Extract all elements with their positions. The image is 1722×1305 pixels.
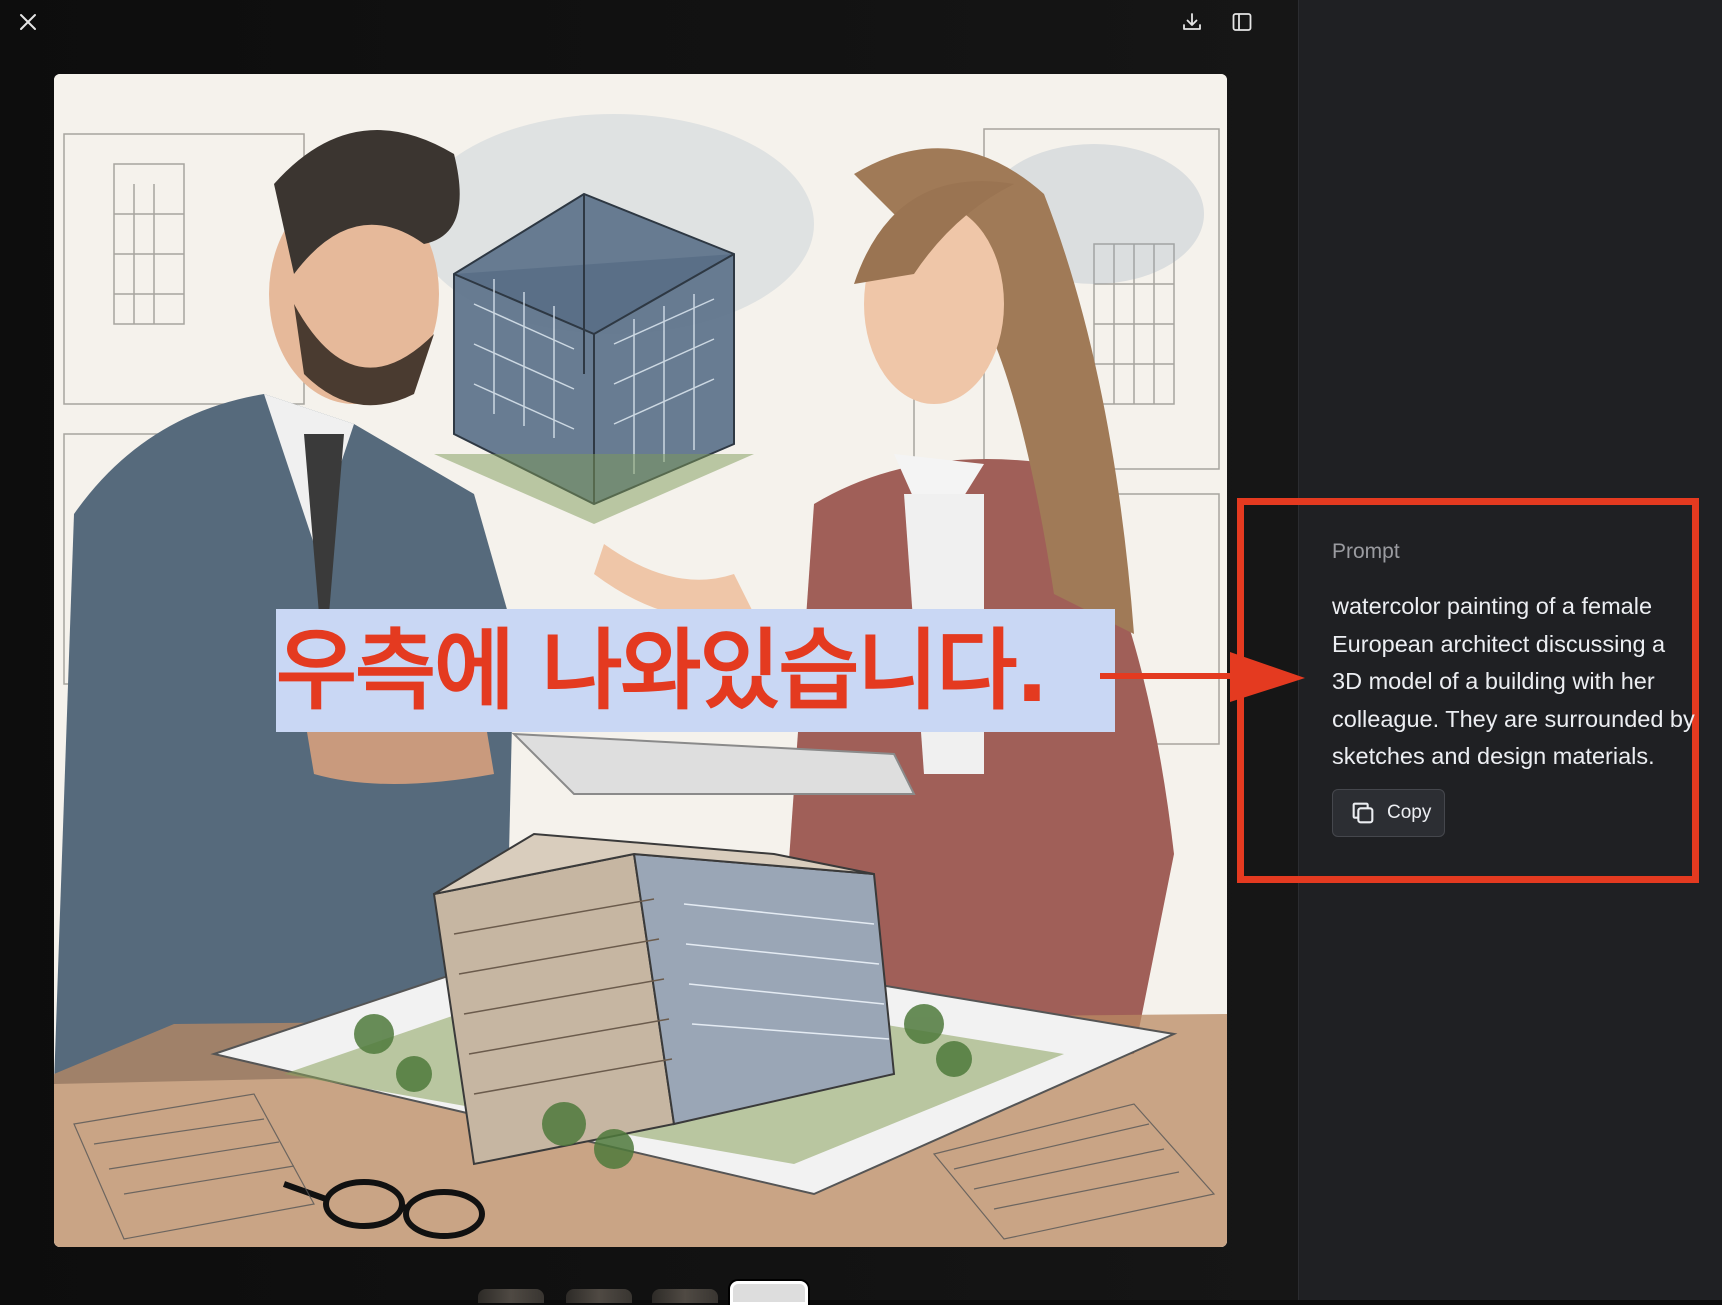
copy-button[interactable]: Copy [1332,789,1445,837]
prompt-text: watercolor painting of a female European… [1332,588,1712,776]
annotation-caption: 우측에 나와있습니다. [276,609,1115,732]
download-button[interactable] [1174,4,1210,40]
copy-button-label: Copy [1387,802,1432,823]
thumbnail-strip [478,1281,818,1305]
prompt-line: 3D model of a building with her [1332,668,1655,694]
prompt-line: sketches and design materials. [1332,743,1655,769]
thumbnail-active[interactable] [730,1281,808,1305]
thumbnail[interactable] [478,1289,544,1303]
copy-icon [1352,802,1374,824]
prompt-line: colleague. They are surrounded by [1332,705,1695,732]
prompt-line: European architect discussing a [1332,630,1666,657]
sidebar-toggle-icon [1232,13,1252,31]
sidebar-toggle-button[interactable] [1224,4,1260,40]
thumbnail[interactable] [566,1289,632,1303]
annotation-arrow [1100,652,1305,702]
close-icon [20,14,36,30]
prompt-label: Prompt [1332,540,1400,563]
close-button[interactable] [10,4,46,40]
thumbnail[interactable] [652,1289,718,1303]
prompt-line: watercolor painting of a female [1332,593,1653,619]
download-icon [1183,13,1201,30]
